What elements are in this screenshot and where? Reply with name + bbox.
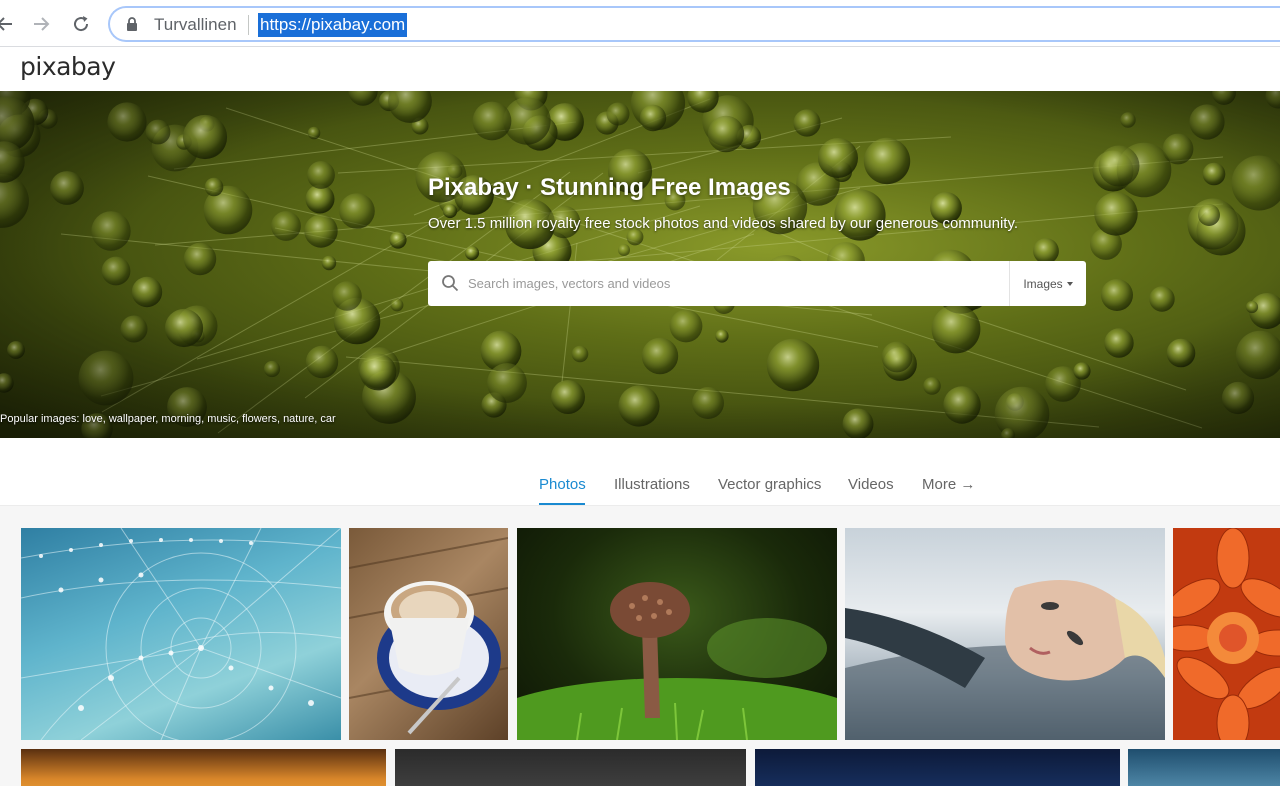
forward-button[interactable] xyxy=(28,11,54,37)
tab-illustrations[interactable]: Illustrations xyxy=(614,476,690,493)
mushroom-image xyxy=(517,582,837,740)
image-grid xyxy=(0,506,1280,786)
address-bar[interactable]: Turvallinen https://pixabay.com xyxy=(108,6,1280,42)
forward-arrow-icon xyxy=(34,17,50,31)
caret-down-icon xyxy=(1066,281,1073,286)
address-divider xyxy=(248,15,249,35)
browser-toolbar: Turvallinen https://pixabay.com xyxy=(0,0,1280,47)
search-icon xyxy=(442,275,459,292)
back-arrow-icon xyxy=(0,17,12,31)
photo-spiderweb-dew[interactable] xyxy=(21,528,341,740)
photo-mushroom[interactable] xyxy=(517,528,837,740)
search-type-label: Images xyxy=(1023,276,1063,291)
spiderweb-image xyxy=(21,528,341,740)
search-input[interactable] xyxy=(468,261,1008,306)
security-label: Turvallinen xyxy=(154,15,237,34)
back-button[interactable] xyxy=(0,11,18,37)
tab-more[interactable]: More → xyxy=(922,476,975,493)
pixabay-logo[interactable]: pixabay xyxy=(20,52,116,81)
photo-sunset-clouds[interactable] xyxy=(21,749,386,786)
photo-orange-dahlia[interactable] xyxy=(1173,528,1280,740)
photo-coffee-cup[interactable] xyxy=(349,528,508,740)
woman-in-water-image xyxy=(845,580,1165,740)
photo-dark-texture[interactable] xyxy=(395,749,746,786)
search-bar: Images xyxy=(428,261,1086,306)
photo-night-city[interactable] xyxy=(755,749,1120,786)
active-tab-indicator xyxy=(539,503,585,505)
lock-icon xyxy=(127,17,137,31)
site-header: pixabay xyxy=(0,47,1280,91)
dahlia-image xyxy=(1173,528,1280,740)
tab-photos[interactable]: Photos xyxy=(539,476,586,493)
reload-icon xyxy=(74,16,89,32)
popular-searches[interactable]: Popular images: love, wallpaper, morning… xyxy=(0,413,336,425)
url-text[interactable]: https://pixabay.com xyxy=(258,13,408,37)
search-type-dropdown[interactable]: Images xyxy=(1009,261,1086,306)
media-type-tabs: Photos Illustrations Vector graphics Vid… xyxy=(0,438,1280,506)
reload-button[interactable] xyxy=(68,11,94,37)
photo-blue-water[interactable] xyxy=(1128,749,1280,786)
photo-woman-in-water[interactable] xyxy=(845,528,1165,740)
hero-banner: Pixabay · Stunning Free Images Over 1.5 … xyxy=(0,91,1280,438)
tab-vector-graphics[interactable]: Vector graphics xyxy=(718,476,821,493)
coffee-cup-image xyxy=(349,537,508,735)
tab-videos[interactable]: Videos xyxy=(848,476,894,493)
hero-title: Pixabay · Stunning Free Images xyxy=(428,174,791,201)
hero-subtitle: Over 1.5 million royalty free stock phot… xyxy=(428,215,1019,232)
